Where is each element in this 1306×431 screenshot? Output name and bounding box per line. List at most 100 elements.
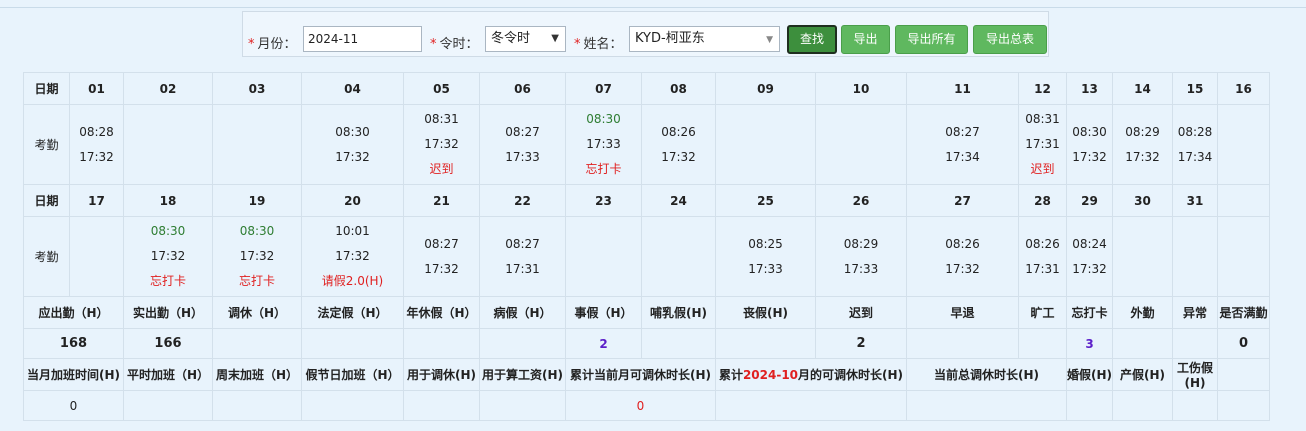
summary-header: 旷工 [1018, 296, 1067, 329]
clock-out-time: 17:34 [945, 149, 980, 164]
clock-out-time: 17:32 [150, 249, 186, 263]
overtime-value [1066, 390, 1113, 421]
attendance-cell [1172, 216, 1218, 297]
date-cell: 11 [906, 72, 1019, 105]
export-all-button[interactable]: 导出所有 [895, 25, 968, 54]
date-cell: 27 [906, 184, 1019, 217]
export-button[interactable]: 导出 [841, 25, 890, 54]
date-cell: 22 [479, 184, 566, 217]
summary-value: 3 [1066, 328, 1113, 359]
clock-out-time: 17:33 [586, 137, 621, 151]
accum-prefix: 累计 [718, 368, 743, 382]
name-select[interactable]: KYD-柯亚东 ▼ [629, 26, 780, 52]
summary-header: 丧假(H) [715, 296, 816, 329]
attendance-cell [815, 104, 907, 185]
attendance-cell [715, 104, 816, 185]
summary-value [1112, 328, 1173, 359]
clock-out-time: 17:33 [843, 261, 879, 276]
summary-value-row: 168 166 2 2 3 0 [23, 328, 1270, 359]
date-cell: 26 [815, 184, 907, 217]
attendance-cell: 08:31 17:31 迟到 [1018, 104, 1067, 185]
summary-header: 事假（H） [565, 296, 642, 329]
date-cell: 20 [301, 184, 404, 217]
date-cell: 04 [301, 72, 404, 105]
empty-cell [1217, 358, 1270, 391]
attendance-note: 忘打卡 [238, 274, 275, 288]
period-label: * 令时： [430, 37, 479, 52]
month-input[interactable]: 2024-11 [303, 26, 422, 52]
clock-out-time: 17:31 [1025, 261, 1060, 276]
attendance-cell: 08:26 17:32 [906, 216, 1019, 297]
clock-out-time: 17:32 [1072, 261, 1107, 276]
attendance-cell: 08:26 17:32 [641, 104, 716, 185]
export-summary-button[interactable]: 导出总表 [973, 25, 1047, 54]
date-cell: 30 [1112, 184, 1173, 217]
clock-out-time: 17:33 [748, 261, 783, 276]
overtime-number: 0 [636, 398, 645, 413]
attendance-label: 考勤 [23, 104, 70, 185]
summary-value [301, 328, 404, 359]
overtime-value [1217, 390, 1270, 421]
attendance-cell: 08:29 17:33 [815, 216, 907, 297]
date-cell: 03 [212, 72, 302, 105]
summary-header: 实出勤（H） [123, 296, 213, 329]
summary-header: 病假（H） [479, 296, 566, 329]
chevron-down-icon: ▼ [551, 33, 559, 44]
overtime-value [212, 390, 302, 421]
attendance-cell [69, 216, 124, 297]
date-cell: 07 [565, 72, 642, 105]
overtime-value [1112, 390, 1173, 421]
summary-number: 168 [59, 336, 88, 351]
summary-header: 外勤 [1112, 296, 1173, 329]
attendance-cell [641, 216, 716, 297]
date-cell: 13 [1066, 72, 1113, 105]
clock-out-time: 17:32 [335, 149, 370, 164]
overtime-value [1172, 390, 1218, 421]
summary-header: 年休假（H） [403, 296, 480, 329]
date-cell: 16 [1217, 72, 1270, 105]
clock-in-time: 08:27 [505, 124, 540, 139]
summary-value: 166 [123, 328, 213, 359]
clock-in-time: 08:27 [424, 236, 459, 251]
date-cell: 06 [479, 72, 566, 105]
attendance-cell: 08:27 17:32 [403, 216, 480, 297]
overtime-header: 婚假(H) [1066, 358, 1113, 391]
overtime-value-row: 00 [23, 390, 1270, 421]
summary-header: 哺乳假(H) [641, 296, 716, 329]
attendance-table: 日期 01 02 03 04 05 06 07 08 09 10 11 12 13 14 15 16 考勤 08:2… [23, 72, 1270, 421]
clock-in-time: 08:29 [843, 236, 879, 251]
attendance-note: 忘打卡 [149, 274, 186, 288]
date-cell: 12 [1018, 72, 1067, 105]
clock-out-time: 17:32 [945, 261, 980, 276]
overtime-number: 0 [69, 398, 78, 413]
summary-header-row: 应出勤（H） 实出勤（H） 调休（H） 法定假（H） 年休假（H） 病假（H） 事假（H）哺… [23, 296, 1270, 329]
clock-in-time: 08:30 [1072, 124, 1107, 139]
attendance-cell: 08:30 17:32 忘打卡 [123, 216, 213, 297]
clock-in-time: 08:30 [586, 112, 621, 126]
clock-out-time: 17:32 [1072, 149, 1107, 164]
attendance-cell: 10:01 17:32 请假2.0(H) [301, 216, 404, 297]
attendance-cell: 08:28 17:32 [69, 104, 124, 185]
attendance-row: 考勤 08:30 17:32 忘打卡 08:30 17:32 忘打卡 10:01 17:32 请假… [23, 216, 1270, 297]
search-button[interactable]: 查找 [787, 25, 837, 54]
summary-header: 法定假（H） [301, 296, 404, 329]
attendance-cell [212, 104, 302, 185]
date-cell: 05 [403, 72, 480, 105]
date-cell: 15 [1172, 72, 1218, 105]
summary-value: 2 [565, 328, 642, 359]
attendance-cell: 08:30 17:32 忘打卡 [212, 216, 302, 297]
clock-out-time: 17:31 [505, 261, 540, 276]
attendance-label: 考勤 [23, 216, 70, 297]
date-cell: 25 [715, 184, 816, 217]
summary-header: 早退 [906, 296, 1019, 329]
clock-in-time: 08:24 [1072, 236, 1107, 251]
summary-header: 忘打卡 [1066, 296, 1113, 329]
summary-header: 异常 [1172, 296, 1218, 329]
clock-out-time: 17:32 [1125, 149, 1160, 164]
period-select[interactable]: 冬令时 ▼ [485, 26, 566, 52]
attendance-cell: 08:30 17:32 [1066, 104, 1113, 185]
overtime-header: 累计当前月可调休时长(H) [565, 358, 716, 391]
summary-header: 迟到 [815, 296, 907, 329]
summary-number: 2 [856, 336, 866, 351]
attendance-cell: 08:24 17:32 [1066, 216, 1113, 297]
